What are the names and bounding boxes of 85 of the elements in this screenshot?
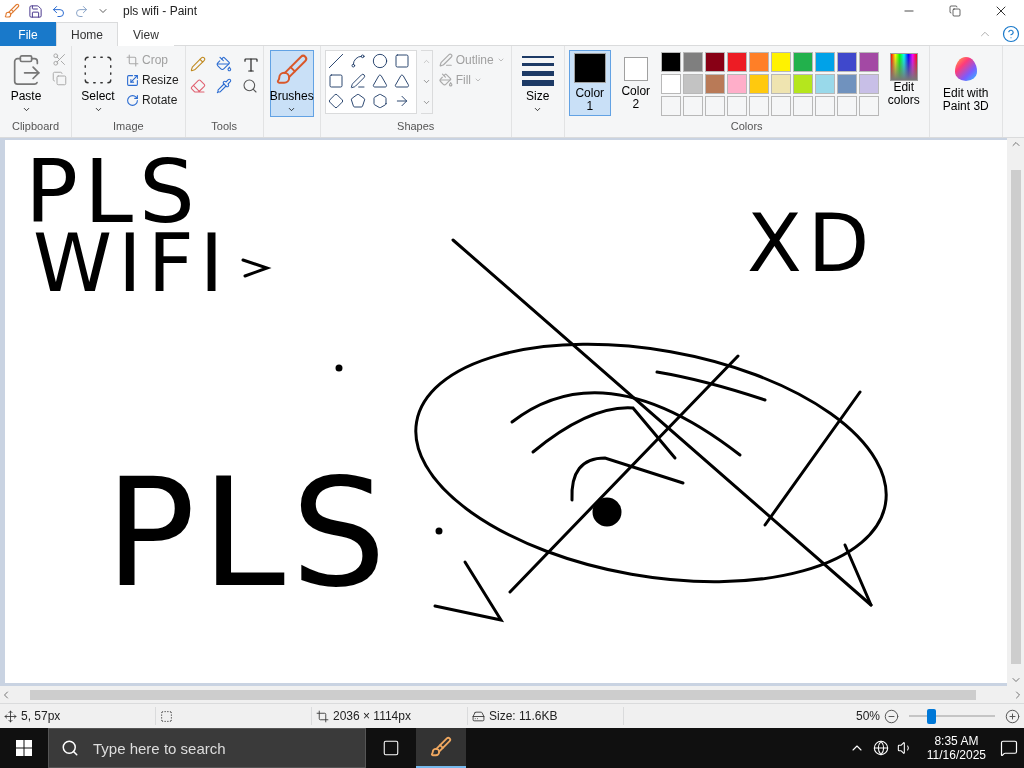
zoom-in-icon[interactable] [1005,708,1020,724]
zoom-slider-thumb[interactable] [927,708,937,724]
restore-icon [949,5,961,17]
handwritten-text: PLS [105,458,393,608]
crop-icon [126,53,139,67]
palette-color[interactable] [770,52,791,72]
ribbon-tab[interactable]: Home [56,22,118,46]
scrollbar-thumb[interactable] [30,689,976,700]
paint-3d-button[interactable]: Edit with Paint 3D [937,50,994,116]
brush-icon [274,53,309,87]
image-action-button[interactable]: Rotate [124,92,181,108]
palette-color[interactable] [792,74,813,94]
caret-icon [21,105,31,114]
brushes-button[interactable]: Brushes [269,50,314,117]
palette-color[interactable] [836,52,857,72]
cut-icon[interactable] [52,52,67,67]
file-menu-tab[interactable]: File [0,22,56,46]
redo-icon[interactable] [74,3,89,19]
pen-icon [438,53,453,67]
cursor-position-icon [4,709,17,723]
file-size-icon [472,709,485,723]
group-label: Clipboard [11,120,60,134]
notifications-icon[interactable] [1000,739,1018,757]
image-size-icon [316,709,329,723]
palette-color[interactable] [858,74,879,94]
palette-color[interactable] [836,74,857,94]
palette-color[interactable] [660,74,681,94]
palette-color[interactable] [858,52,879,72]
palette-color[interactable] [704,74,725,94]
handwritten-text: XD [747,204,876,284]
caret-icon [93,105,103,114]
task-view-icon [382,739,400,757]
file-size: Size: 11.6KB [489,709,558,723]
palette-color[interactable] [682,74,703,94]
palette-color[interactable] [704,52,725,72]
palette-color[interactable] [792,52,813,72]
undo-icon[interactable] [51,3,66,19]
palette-color[interactable] [748,52,769,72]
palette-color[interactable] [726,74,747,94]
palette-color[interactable] [726,52,747,72]
palette-color[interactable] [682,52,703,72]
search-input[interactable]: Type here to search [91,738,341,758]
group-label: Colors [730,120,763,134]
select-button[interactable]: Select [76,50,120,117]
clock-date: 11/16/2025 [926,748,986,762]
copy-icon[interactable] [52,71,67,86]
image-action-button[interactable]: Resize [124,72,181,88]
search-icon [61,739,79,757]
caret-icon [496,56,505,64]
palette-color[interactable] [748,74,769,94]
edit-colors-button[interactable]: Edit colors [882,50,925,116]
paste-button[interactable]: Paste [4,50,48,117]
group-label: Image [113,120,144,134]
caret-icon [474,76,482,84]
help-icon[interactable] [1002,24,1020,43]
palette-color[interactable] [660,52,681,72]
size-button[interactable]: Size [515,50,560,117]
caret-icon [533,105,543,114]
color-slot-button[interactable]: Color 1 [568,50,611,116]
bucket-icon [438,73,453,87]
caret-icon [287,105,297,114]
paint-taskbar-button[interactable] [416,728,466,768]
taskbar-search-field[interactable]: Type here to search [48,728,366,768]
scrollbar-thumb[interactable] [1010,170,1021,664]
zoom-out-icon[interactable] [884,708,899,724]
rotate-icon [126,93,139,107]
palette-color[interactable] [814,52,835,72]
clock-time: 8:35 AM [934,734,979,748]
save-icon[interactable] [28,3,43,19]
color-slot-button[interactable]: Color 2 [614,50,657,116]
window-title: pls wifi - Paint [123,4,198,18]
selection-size-icon [160,709,173,723]
paint-app-icon [4,3,20,19]
line-width-icon [521,53,554,87]
network-icon[interactable] [872,740,889,756]
brush-icon [430,736,452,758]
group-label: Tools [211,120,238,134]
zoom-level: 50% [855,709,880,723]
image-dimensions: 2036 × 1114px [333,709,411,723]
palette-color[interactable] [770,74,791,94]
cursor-position: 5, 57px [21,709,61,723]
group-label: Shapes [397,120,435,134]
resize-icon [126,73,139,87]
windows-logo-icon [16,740,32,756]
palette-color[interactable] [814,74,835,94]
